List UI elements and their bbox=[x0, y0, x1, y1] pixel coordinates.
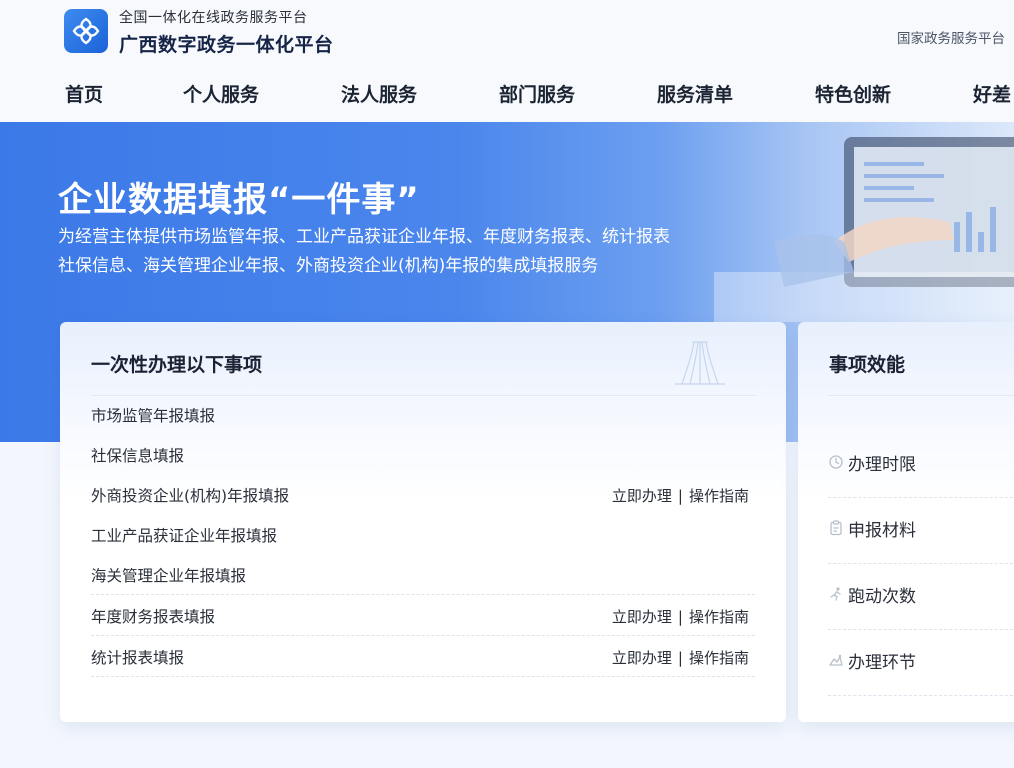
item-name[interactable]: 外商投资企业(机构)年报填报 bbox=[91, 484, 289, 506]
items-card-title: 一次性办理以下事项 bbox=[91, 354, 263, 376]
list-item: 市场监管年报填报 bbox=[91, 395, 755, 435]
platform-title: 广西数字政务一体化平台 bbox=[119, 34, 334, 56]
apply-now-link[interactable]: 立即办理 bbox=[612, 649, 672, 667]
effectiveness-item-steps[interactable]: 办理环节 bbox=[828, 630, 1014, 696]
list-item: 统计报表填报 立即办理 | 操作指南 bbox=[91, 637, 755, 677]
item-actions: 立即办理 | 操作指南 bbox=[612, 647, 749, 668]
effectiveness-item-materials[interactable]: 申报材料 bbox=[828, 498, 1014, 564]
item-name[interactable]: 海关管理企业年报填报 bbox=[91, 564, 246, 586]
action-separator: | bbox=[677, 608, 683, 626]
row-divider bbox=[91, 676, 755, 677]
list-item: 外商投资企业(机构)年报填报 立即办理 | 操作指南 bbox=[91, 475, 755, 515]
steps-icon bbox=[829, 654, 843, 666]
nav-item-personal-services[interactable]: 个人服务 bbox=[183, 80, 259, 107]
effectiveness-card: 事项效能 办理时限 申报材料 跑动次数 办理环节 bbox=[798, 322, 1014, 722]
running-person-icon bbox=[830, 587, 841, 601]
nav-item-department-services[interactable]: 部门服务 bbox=[499, 80, 575, 107]
item-name[interactable]: 年度财务报表填报 bbox=[91, 605, 215, 627]
effectiveness-card-title: 事项效能 bbox=[829, 354, 906, 376]
list-item: 海关管理企业年报填报 bbox=[91, 555, 755, 595]
one-time-items-card: 一次性办理以下事项 市场监管年报填报 社保信息填报 外商投资企业(机构)年报填报… bbox=[60, 322, 786, 722]
item-name[interactable]: 工业产品获证企业年报填报 bbox=[91, 524, 277, 546]
nav-item-legal-entity-services[interactable]: 法人服务 bbox=[341, 80, 417, 107]
item-actions: 立即办理 | 操作指南 bbox=[612, 485, 749, 506]
row-divider bbox=[91, 635, 755, 636]
clipboard-icon bbox=[830, 520, 842, 536]
row-divider bbox=[828, 695, 1014, 696]
site-header: 全国一体化在线政务服务平台 广西数字政务一体化平台 国家政务服务平台 首页 个人… bbox=[0, 0, 1014, 122]
item-name[interactable]: 统计报表填报 bbox=[91, 646, 184, 668]
list-item: 社保信息填报 bbox=[91, 435, 755, 475]
item-name[interactable]: 市场监管年报填报 bbox=[91, 404, 215, 426]
nav-item-service-list[interactable]: 服务清单 bbox=[657, 80, 733, 107]
apply-now-link[interactable]: 立即办理 bbox=[612, 608, 672, 626]
action-separator: | bbox=[677, 487, 683, 505]
effectiveness-item-label: 跑动次数 bbox=[848, 587, 916, 607]
main-nav: 首页 个人服务 法人服务 部门服务 服务清单 特色创新 好差 bbox=[0, 80, 1014, 114]
action-separator: | bbox=[677, 649, 683, 667]
laptop-illustration-icon bbox=[714, 137, 1014, 322]
clock-icon bbox=[829, 455, 843, 469]
operation-guide-link[interactable]: 操作指南 bbox=[689, 608, 749, 626]
effectiveness-item-label: 办理时限 bbox=[848, 455, 916, 475]
item-actions: 立即办理 | 操作指南 bbox=[612, 606, 749, 627]
banner-title: 企业数据填报“一件事” bbox=[58, 180, 420, 220]
effectiveness-item-label: 办理环节 bbox=[848, 653, 916, 673]
item-name[interactable]: 社保信息填报 bbox=[91, 444, 184, 466]
effectiveness-item-visits[interactable]: 跑动次数 bbox=[828, 564, 1014, 630]
platform-subtitle: 全国一体化在线政务服务平台 bbox=[119, 10, 308, 26]
platform-logo-icon[interactable] bbox=[64, 9, 108, 53]
effectiveness-item-time-limit[interactable]: 办理时限 bbox=[828, 432, 1014, 498]
apply-now-link[interactable]: 立即办理 bbox=[612, 487, 672, 505]
national-platform-link[interactable]: 国家政务服务平台 bbox=[897, 27, 1005, 47]
building-decoration-icon bbox=[675, 341, 725, 385]
list-item: 年度财务报表填报 立即办理 | 操作指南 bbox=[91, 596, 755, 636]
row-divider bbox=[91, 594, 755, 595]
nav-item-rating[interactable]: 好差 bbox=[973, 80, 1011, 107]
effectiveness-card-divider bbox=[828, 395, 1014, 396]
banner-description-line1: 为经营主体提供市场监管年报、工业产品获证企业年报、年度财务报表、统计报表 bbox=[58, 227, 670, 247]
effectiveness-item-label: 申报材料 bbox=[848, 521, 916, 541]
nav-item-featured-innovation[interactable]: 特色创新 bbox=[815, 80, 891, 107]
list-item: 工业产品获证企业年报填报 bbox=[91, 515, 755, 555]
operation-guide-link[interactable]: 操作指南 bbox=[689, 649, 749, 667]
nav-item-home[interactable]: 首页 bbox=[65, 80, 103, 107]
operation-guide-link[interactable]: 操作指南 bbox=[689, 487, 749, 505]
banner-description-line2: 社保信息、海关管理企业年报、外商投资企业(机构)年报的集成填报服务 bbox=[58, 256, 599, 276]
